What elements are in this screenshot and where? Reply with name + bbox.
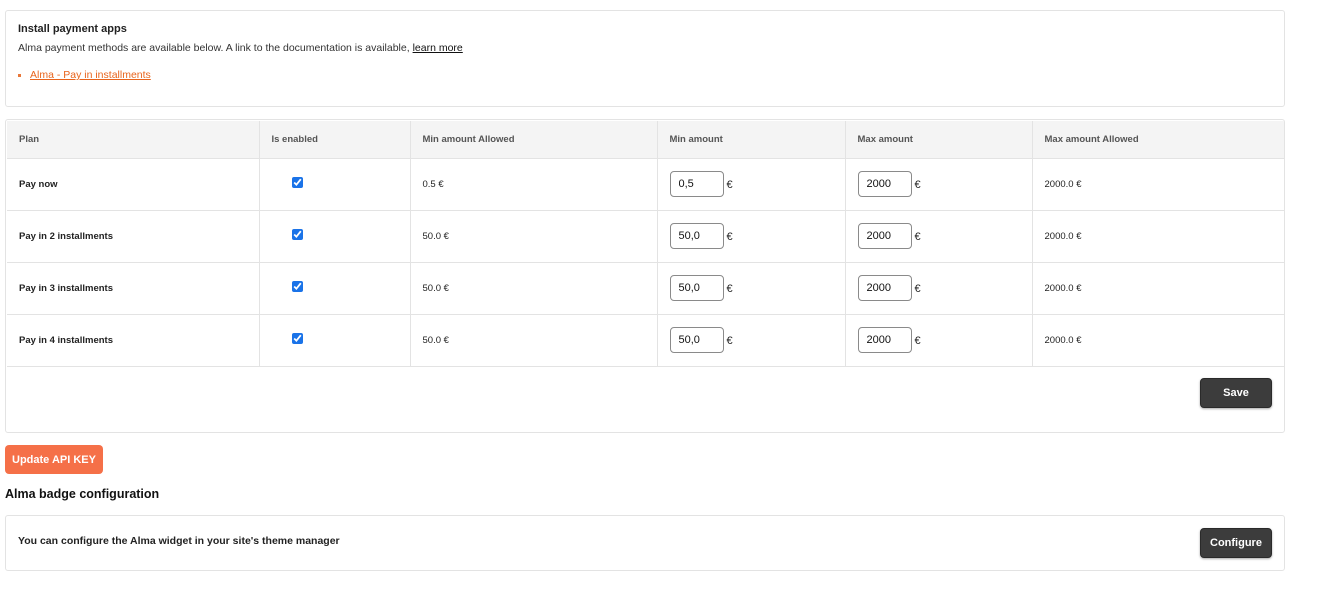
currency-label: € [726,231,733,243]
currency-label: € [726,283,733,295]
enabled-cell [259,210,411,263]
install-apps-title: Install payment apps [18,23,127,35]
min-amount-allowed: 50.0 € [410,314,658,367]
min-amount-input[interactable] [669,171,724,197]
badge-config-title: Alma badge configuration [5,487,160,501]
enabled-cell [259,262,411,315]
table-row: Pay in 2 installments 50.0 € € € 2000.0 … [7,210,1284,263]
header-plan: Plan [7,121,260,159]
badge-config-panel: You can configure the Alma widget in you… [5,515,1285,571]
payment-apps-list: Alma - Pay in installments [18,69,151,81]
enabled-checkbox[interactable] [291,281,303,292]
badge-config-text: You can configure the Alma widget in you… [18,535,340,547]
install-apps-description: Alma payment methods are available below… [18,42,463,54]
min-amount-allowed: 0.5 € [410,158,658,211]
max-amount-cell: € [845,158,1033,211]
update-api-key-button[interactable]: Update API KEY [5,445,103,474]
install-apps-panel: Install payment apps Alma payment method… [5,10,1285,107]
enabled-cell [259,314,411,367]
min-amount-cell: € [657,314,846,367]
currency-label: € [726,179,733,191]
plans-table: Plan Is enabled Min amount Allowed Min a… [7,121,1284,367]
min-amount-input[interactable] [669,223,724,249]
table-row: Pay now 0.5 € € € 2000.0 € [7,158,1284,211]
min-amount-cell: € [657,158,846,211]
plan-name: Pay in 3 installments [7,262,260,315]
max-amount-cell: € [845,262,1033,315]
currency-label: € [914,179,921,191]
min-amount-cell: € [657,262,846,315]
currency-label: € [914,283,921,295]
currency-label: € [726,335,733,347]
enabled-checkbox[interactable] [291,177,303,188]
learn-more-link[interactable]: learn more [413,42,463,54]
max-amount-cell: € [845,314,1033,367]
max-amount-input[interactable] [857,327,912,353]
min-amount-input[interactable] [669,327,724,353]
max-amount-allowed: 2000.0 € [1032,158,1284,211]
header-min-amount-allowed: Min amount Allowed [410,121,658,159]
header-max-amount-allowed: Max amount Allowed [1032,121,1284,159]
plan-name: Pay in 4 installments [7,314,260,367]
save-button[interactable]: Save [1200,378,1272,408]
plan-name: Pay now [7,158,260,211]
currency-label: € [914,231,921,243]
table-row: Pay in 3 installments 50.0 € € € 2000.0 … [7,262,1284,315]
enabled-checkbox[interactable] [291,333,303,344]
bullet-icon [18,73,21,77]
plan-name: Pay in 2 installments [7,210,260,263]
max-amount-allowed: 2000.0 € [1032,314,1284,367]
table-header-row: Plan Is enabled Min amount Allowed Min a… [7,121,1284,159]
plans-panel: Plan Is enabled Min amount Allowed Min a… [5,119,1285,433]
max-amount-input[interactable] [857,171,912,197]
max-amount-allowed: 2000.0 € [1032,210,1284,263]
header-min-amount: Min amount [657,121,846,159]
configure-button[interactable]: Configure [1200,528,1272,558]
table-row: Pay in 4 installments 50.0 € € € 2000.0 … [7,314,1284,367]
currency-label: € [914,335,921,347]
min-amount-cell: € [657,210,846,263]
alma-app-link[interactable]: Alma - Pay in installments [30,69,151,81]
install-apps-description-text: Alma payment methods are available below… [18,42,413,54]
enabled-cell [259,158,411,211]
min-amount-allowed: 50.0 € [410,210,658,263]
header-max-amount: Max amount [845,121,1033,159]
max-amount-input[interactable] [857,223,912,249]
max-amount-input[interactable] [857,275,912,301]
enabled-checkbox[interactable] [291,229,303,240]
min-amount-allowed: 50.0 € [410,262,658,315]
min-amount-input[interactable] [669,275,724,301]
max-amount-cell: € [845,210,1033,263]
list-item: Alma - Pay in installments [18,69,151,81]
header-is-enabled: Is enabled [259,121,411,159]
max-amount-allowed: 2000.0 € [1032,262,1284,315]
